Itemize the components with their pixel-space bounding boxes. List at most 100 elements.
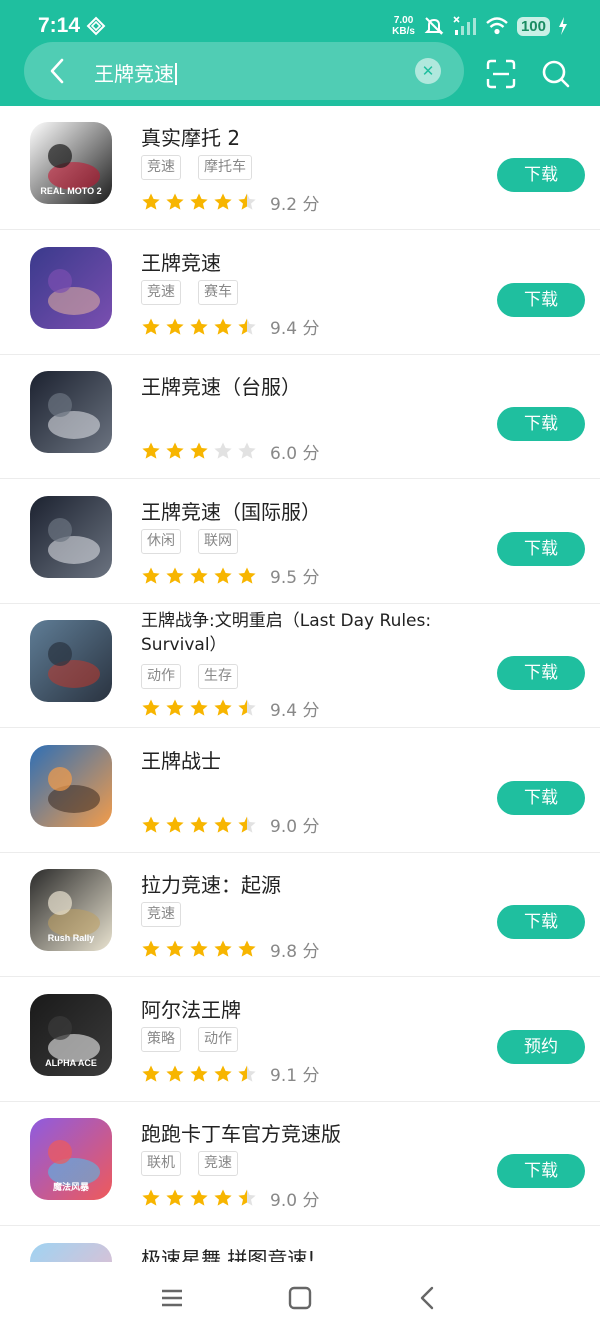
download-button[interactable]: 下载 [497, 905, 585, 939]
star-icon [238, 1065, 256, 1082]
battery-indicator: 100 [516, 16, 550, 36]
star-icon [190, 193, 208, 210]
app-rating: 9.1 分 [141, 1064, 320, 1086]
star-icon [214, 318, 232, 335]
star-icon [190, 318, 208, 335]
star-icon [190, 1065, 208, 1082]
reserve-button[interactable]: 预约 [497, 1029, 585, 1064]
download-button[interactable]: 下载 [497, 158, 585, 192]
search-input[interactable]: 王牌竞速 [94, 58, 177, 87]
app-list-item[interactable]: REAL MOTO 2 真实摩托 2 竞速 摩托车 9.2 分 下载 [0, 106, 600, 230]
star-icon [190, 940, 208, 957]
app-icon[interactable]: ALPHA ACE [30, 993, 112, 1076]
app-name: 王牌竞速 [141, 250, 221, 275]
app-list-item[interactable]: 王牌战士 9.0 分 下载 [0, 729, 600, 853]
app-list-item[interactable]: 王牌竞速（国际服） 休闲 联网 9.5 分 下载 [0, 480, 600, 604]
app-icon[interactable] [30, 620, 112, 702]
star-icon [238, 567, 256, 584]
star-icon [214, 193, 232, 210]
star-icon [142, 816, 160, 833]
app-icon[interactable] [30, 246, 112, 329]
app-name: 极速星舞 拼图竞速! [141, 1246, 316, 1263]
download-button[interactable]: 下载 [497, 531, 585, 566]
star-icon [142, 1065, 160, 1082]
text-caret [175, 63, 177, 85]
app-icon[interactable] [30, 371, 112, 453]
star-icon [166, 442, 184, 459]
star-icon [238, 442, 256, 459]
star-icon [142, 318, 160, 335]
wifi-icon [486, 17, 508, 35]
charging-icon [559, 17, 567, 35]
menu-icon[interactable] [156, 1282, 188, 1314]
back-arrow-icon[interactable] [42, 55, 74, 87]
download-button[interactable]: 下载 [497, 1154, 585, 1188]
app-list-item[interactable]: 王牌竞速 竞速 赛车 9.4 分 下载 [0, 231, 600, 355]
app-icon[interactable]: 魔法风暴 [30, 1118, 112, 1200]
back-icon[interactable] [412, 1282, 444, 1314]
app-list-item[interactable]: 极速星舞 拼图竞速! [0, 1227, 600, 1263]
app-icon[interactable] [30, 744, 112, 827]
search-icon[interactable] [540, 58, 572, 90]
app-list-item[interactable]: 魔法风暴 跑跑卡丁车官方竞速版 联机 竞速 9.0 分 下载 [0, 1102, 600, 1226]
category-tag: 联机 [141, 1151, 181, 1176]
star-icon [166, 318, 184, 335]
search-bar[interactable]: 王牌竞速 ✕ [24, 42, 464, 100]
star-icon [166, 1189, 184, 1206]
icon-label: 魔法风暴 [52, 1181, 90, 1192]
app-list-item[interactable]: 王牌战争:文明重启（Last Day Rules: Survival） 动作 生存 9… [0, 604, 600, 728]
app-score: 9.2 分 [270, 194, 320, 215]
download-button[interactable]: 下载 [497, 780, 585, 815]
app-score: 9.1 分 [270, 1066, 320, 1086]
download-button[interactable]: 下载 [497, 282, 585, 317]
star-icon [190, 699, 208, 716]
mute-bell-icon [424, 17, 444, 35]
star-icon [142, 567, 160, 584]
star-icon [142, 940, 160, 957]
app-name: 阿尔法王牌 [141, 997, 241, 1022]
star-rating [141, 939, 257, 959]
star-rating [141, 566, 257, 586]
scan-icon[interactable] [485, 58, 517, 90]
star-icon [214, 567, 232, 584]
top-bar: 7:14 7.00 KB/s 100 王牌竞速 ✕ [0, 0, 600, 106]
app-icon[interactable] [30, 495, 112, 578]
signal-icon [453, 16, 476, 35]
app-list-item[interactable]: 王牌竞速（台服） 6.0 分 下载 [0, 355, 600, 479]
star-icon [166, 1065, 184, 1082]
app-icon[interactable]: Rush Rally [30, 869, 112, 951]
star-rating [141, 815, 257, 835]
download-button[interactable]: 下载 [497, 656, 585, 690]
app-rating: 9.0 分 [141, 1188, 319, 1211]
home-icon[interactable] [284, 1282, 316, 1314]
category-tag: 联网 [198, 528, 238, 554]
app-result-list[interactable]: REAL MOTO 2 真实摩托 2 竞速 摩托车 9.2 分下载 王牌竞速 竞速 赛车 9.4… [0, 106, 600, 1262]
star-icon [214, 442, 232, 459]
star-rating [141, 698, 257, 718]
app-score: 6.0 分 [270, 443, 320, 464]
star-icon [238, 816, 256, 833]
star-icon [214, 699, 232, 716]
star-rating [141, 441, 257, 461]
app-tags: 竞速 赛车 [141, 279, 238, 305]
app-score: 9.0 分 [270, 817, 320, 837]
app-icon[interactable] [30, 1242, 112, 1262]
star-icon [166, 193, 184, 210]
star-icon [142, 1189, 160, 1206]
star-rating [141, 317, 257, 337]
download-button[interactable]: 下载 [497, 407, 585, 441]
app-rating: 9.4 分 [141, 698, 319, 721]
app-list-item[interactable]: ALPHA ACE 阿尔法王牌 策略 动作 9.1 分 预约 [0, 978, 600, 1102]
status-icons: 7.00 KB/s 100 [392, 13, 568, 39]
star-icon [142, 193, 160, 210]
category-tag: 竞速 [198, 1151, 238, 1176]
star-icon [214, 1189, 232, 1206]
app-icon[interactable]: REAL MOTO 2 [30, 122, 112, 204]
star-icon [166, 816, 184, 833]
app-list-item[interactable]: Rush Rally 拉力竞速：起源 竞速 9.8 分 下载 [0, 853, 600, 977]
status-time: 7:14 [38, 14, 81, 37]
app-rating: 9.8 分 [141, 939, 319, 962]
clear-icon[interactable]: ✕ [415, 58, 441, 84]
app-name: 王牌战士 [141, 748, 221, 773]
star-icon [214, 940, 232, 957]
